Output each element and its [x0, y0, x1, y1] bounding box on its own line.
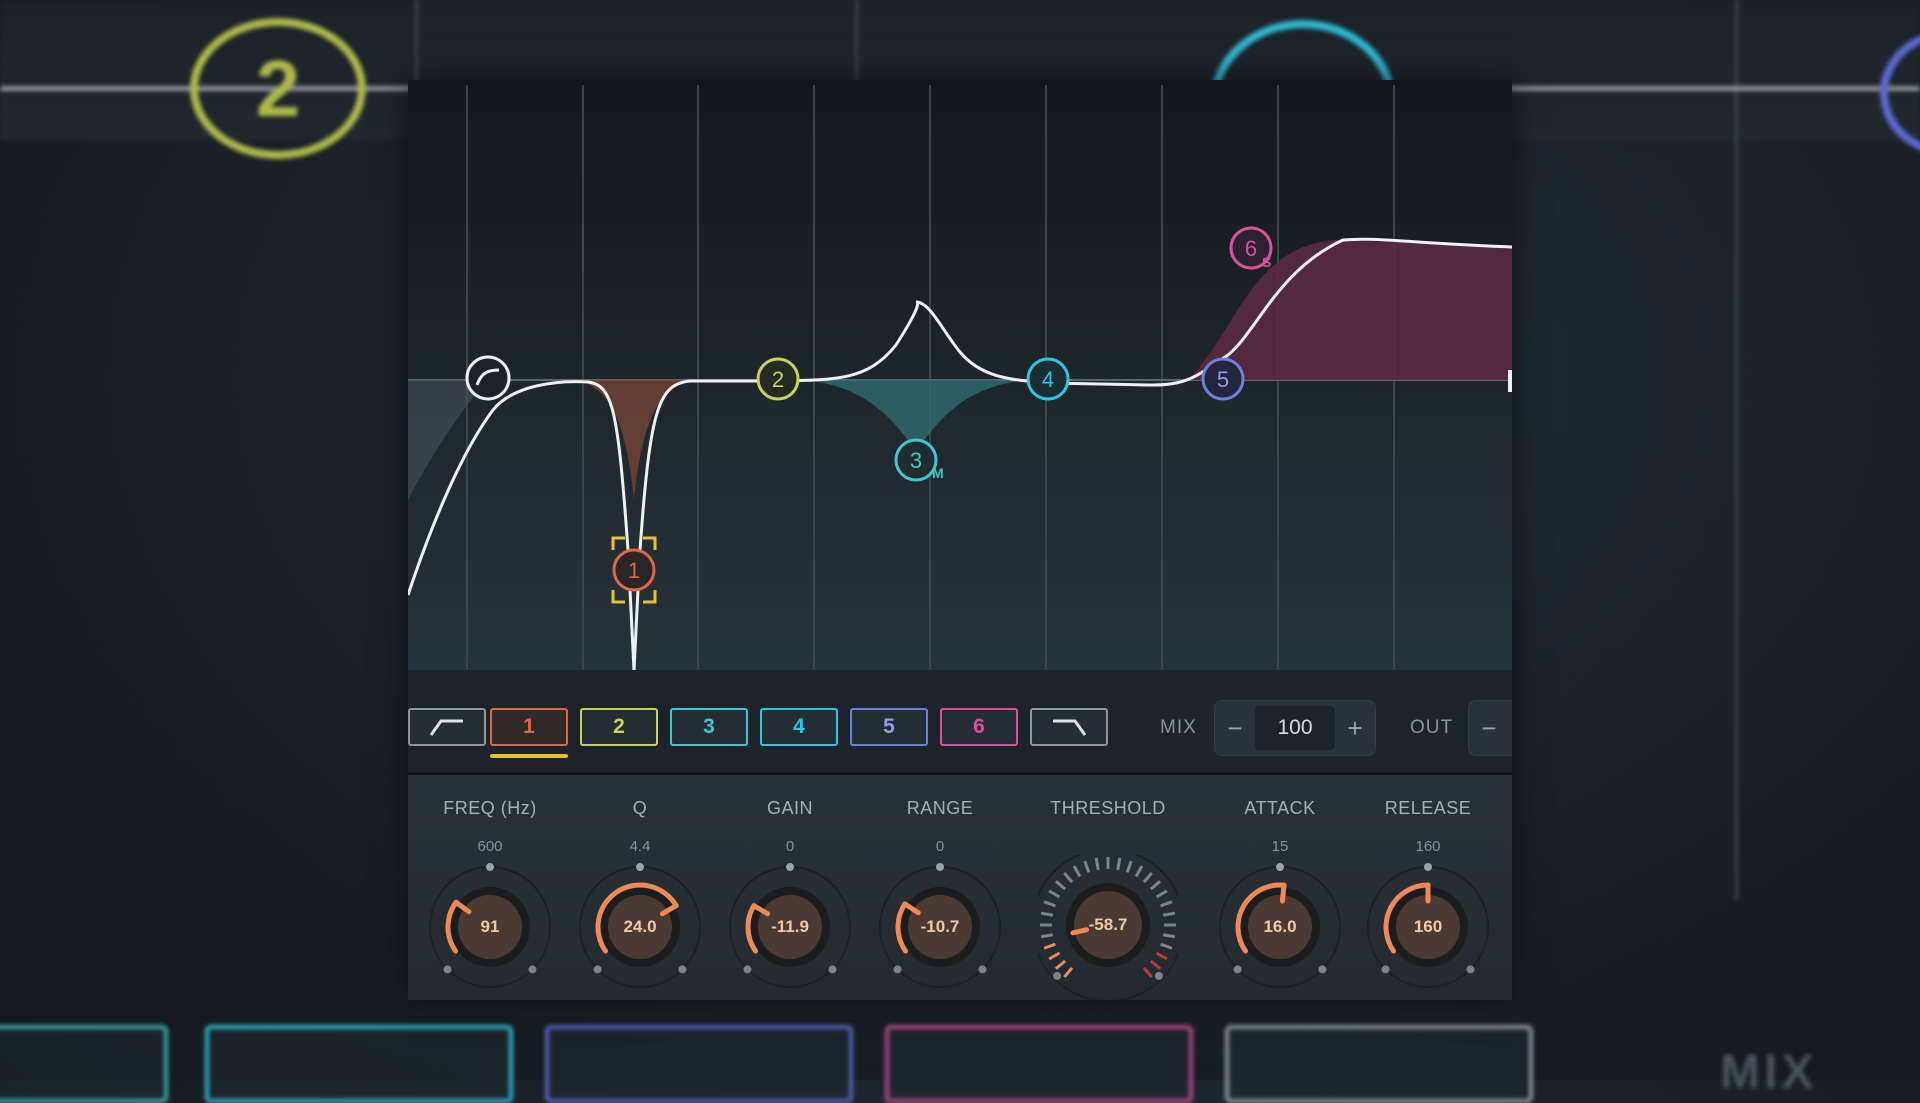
eq-graph[interactable]: 1 2 3 M 4 5 6 S: [408, 80, 1512, 670]
background-band-tile: [205, 1025, 513, 1103]
background-band-tile: [545, 1025, 853, 1103]
background-band-tile: [1225, 1025, 1533, 1103]
eq-node-4[interactable]: 4: [1026, 357, 1070, 401]
freq-value: 91: [480, 917, 500, 936]
freq-default-value: 600: [477, 838, 503, 855]
side-mode-badge: S: [1262, 254, 1271, 270]
out-label: OUT: [1410, 717, 1454, 738]
attack-label: ATTACK: [1244, 798, 1316, 818]
background-grid-line: [1735, 0, 1738, 900]
attack-value: 16.0: [1263, 917, 1297, 936]
band-1-button[interactable]: 1: [490, 708, 568, 746]
range-default-value: 0: [935, 838, 945, 855]
background-band-tile: [0, 1025, 168, 1103]
svg-text:3: 3: [910, 448, 922, 473]
attack-knob-group: ATTACK 15 16.0: [1210, 775, 1350, 1000]
background-node-2: 2: [190, 18, 366, 159]
out-decrement-button[interactable]: −: [1469, 705, 1509, 751]
eq-node-5[interactable]: 5: [1201, 357, 1245, 401]
mix-value-field[interactable]: 100: [1255, 706, 1335, 750]
band-6-button[interactable]: 6: [940, 708, 1018, 746]
range-knob-group: RANGE 0 -10.7: [870, 775, 1010, 1000]
gain-label: GAIN: [766, 798, 813, 818]
release-default-value: 160: [1415, 838, 1441, 855]
eq-graph-canvas: 1 2 3 M 4 5 6 S: [408, 85, 1512, 670]
high-pass-shape-icon: [429, 719, 463, 736]
band-5-button[interactable]: 5: [850, 708, 928, 746]
svg-text:4: 4: [1042, 367, 1054, 392]
band-2-button[interactable]: 2: [580, 708, 658, 746]
eq-node-3[interactable]: 3 M: [894, 438, 944, 482]
band-selector-row: 1 2 3 4 5 6 MIX − 100 + OUT −: [408, 700, 1512, 758]
svg-text:5: 5: [1217, 367, 1229, 392]
svg-text:2: 2: [772, 367, 784, 392]
eq-node-low-cut[interactable]: [465, 355, 511, 401]
q-value: 24.0: [623, 917, 657, 936]
threshold-value: -58.7: [1088, 915, 1128, 934]
out-stepper: −: [1468, 700, 1512, 756]
background-band-tile: [885, 1025, 1193, 1103]
mid-mode-badge: M: [932, 465, 944, 481]
mix-label: MIX: [1160, 717, 1197, 738]
eq-node-1[interactable]: 1: [611, 536, 657, 604]
mix-decrement-button[interactable]: −: [1215, 705, 1255, 751]
band-4-button[interactable]: 4: [760, 708, 838, 746]
release-knob-group: RELEASE 160 160: [1358, 775, 1498, 1000]
threshold-knob-group: THRESHOLD -58.7: [1038, 775, 1178, 1000]
release-value: 160: [1413, 917, 1443, 936]
q-default-value: 4.4: [629, 838, 651, 855]
mix-increment-button[interactable]: +: [1335, 705, 1375, 751]
release-label: RELEASE: [1384, 798, 1472, 818]
eq-node-6[interactable]: 6 S: [1229, 226, 1273, 270]
selected-band-indicator: [490, 754, 568, 758]
eq-plugin-window: 1 2 3 M 4 5 6 S 1 2 3 4 5 6 MIX − 100 + …: [408, 80, 1512, 1000]
low-pass-shape-icon: [1053, 719, 1087, 736]
q-label: Q: [632, 798, 648, 818]
freq-label: FREQ (Hz): [443, 798, 537, 818]
gain-knob-group: GAIN 0 -11.9: [720, 775, 860, 1000]
background-mix-label: MIX: [1720, 1046, 1818, 1099]
range-value: -10.7: [920, 917, 960, 936]
svg-text:6: 6: [1245, 236, 1257, 261]
freq-knob-group: FREQ (Hz) 600 91: [420, 775, 560, 1000]
svg-text:1: 1: [628, 558, 640, 583]
attack-default-value: 15: [1271, 838, 1289, 855]
low-cut-fill: [408, 380, 488, 500]
band-3-button[interactable]: 3: [670, 708, 748, 746]
band-1-fill: [568, 380, 700, 500]
gain-default-value: 0: [785, 838, 795, 855]
gain-value: -11.9: [771, 917, 809, 936]
threshold-label: THRESHOLD: [1050, 798, 1166, 818]
q-knob-group: Q 4.4 24.0: [570, 775, 710, 1000]
band-parameter-knobs: FREQ (Hz) 600 91 Q 4.4 24.0 GAIN 0 -11.9 RANGE 0 -1…: [408, 775, 1512, 1000]
low-cut-band-button[interactable]: [408, 708, 486, 746]
mix-stepper: − 100 +: [1214, 700, 1376, 756]
range-label: RANGE: [906, 798, 974, 818]
eq-node-2[interactable]: 2: [756, 357, 800, 401]
high-cut-band-button[interactable]: [1030, 708, 1108, 746]
